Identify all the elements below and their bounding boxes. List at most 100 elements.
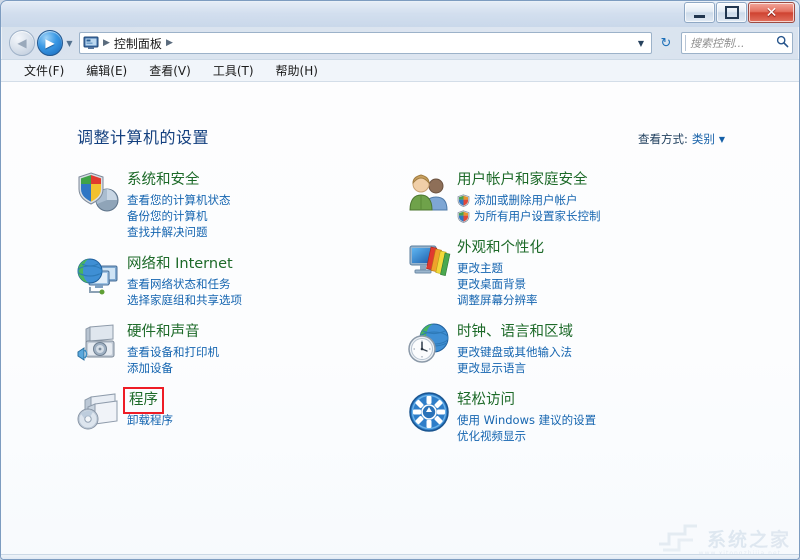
appearance-monitor-icon[interactable] <box>407 238 451 282</box>
page-header: 调整计算机的设置 查看方式: 类别 ▼ <box>77 124 725 148</box>
category-sublink[interactable]: 更改主题 <box>457 260 544 276</box>
security-shield-icon[interactable] <box>77 170 121 214</box>
search-input[interactable]: 搜索控制... <box>685 35 774 51</box>
address-bar[interactable]: ▶ 控制面板 ▶ ▼ <box>79 32 652 54</box>
menu-edit[interactable]: 编辑(E) <box>75 61 138 81</box>
category-sublink[interactable]: 更改显示语言 <box>457 360 573 376</box>
category-body: 程序 卸载程序 <box>123 387 173 428</box>
category-left-2: 硬件和声音查看设备和打印机 添加设备 <box>77 320 407 376</box>
category-left-0: 系统和安全查看您的计算机状态 备份您的计算机 查找并解决问题 <box>77 168 407 240</box>
category-body: 外观和个性化更改主题更改桌面背景 调整屏幕分辨率 <box>457 236 544 308</box>
address-dropdown-icon[interactable]: ▼ <box>633 39 649 48</box>
category-sublink[interactable]: 添加或删除用户帐户 <box>457 192 601 208</box>
recent-pages-button[interactable]: ▼ <box>63 39 76 48</box>
category-title-link[interactable]: 硬件和声音 <box>127 323 200 342</box>
category-title-link[interactable]: 外观和个性化 <box>457 239 544 258</box>
category-right-0: 用户帐户和家庭安全添加或删除用户帐户为所有用户设置家长控制 <box>407 168 737 224</box>
maximize-button[interactable] <box>716 2 747 23</box>
maximize-icon <box>724 6 739 19</box>
category-body: 轻松访问使用 Windows 建议的设置 优化视频显示 <box>457 388 596 444</box>
category-sublink-label: 更改主题 <box>457 261 503 275</box>
menu-view[interactable]: 查看(V) <box>138 61 202 81</box>
category-sublink[interactable]: 查看网络状态和任务 <box>127 276 242 292</box>
category-sublink[interactable]: 卸载程序 <box>127 412 173 428</box>
category-sublink-label: 为所有用户设置家长控制 <box>474 209 601 223</box>
category-sublink[interactable]: 调整屏幕分辨率 <box>457 292 544 308</box>
clock-region-icon[interactable] <box>407 322 451 366</box>
category-sublink[interactable]: 使用 Windows 建议的设置 <box>457 412 596 428</box>
category-sublink[interactable]: 优化视频显示 <box>457 428 596 444</box>
view-by-control[interactable]: 查看方式: 类别 ▼ <box>638 131 725 147</box>
search-box[interactable]: 搜索控制... <box>681 32 793 54</box>
category-title-link[interactable]: 系统和安全 <box>127 171 200 190</box>
watermark-text: 系统之家 <box>706 528 791 551</box>
category-sublink[interactable]: 更改键盘或其他输入法 <box>457 344 573 360</box>
close-icon: ✕ <box>765 4 778 21</box>
control-panel-window: ✕ ◀ ▶ ▼ ▶ 控制面板 ▶ ▼ ↻ 搜索控制... 文件(F) 编辑(E)… <box>0 0 800 560</box>
category-title-link[interactable]: 时钟、语言和区域 <box>457 323 573 342</box>
ease-of-access-icon[interactable] <box>407 390 451 434</box>
forward-button[interactable]: ▶ <box>37 30 63 56</box>
category-sublink-label: 优化视频显示 <box>457 429 526 443</box>
category-body: 网络和 Internet 查看网络状态和任务 选择家庭组和共享选项 <box>127 252 242 308</box>
category-sublink-label: 添加或删除用户帐户 <box>474 193 578 207</box>
minimize-button[interactable] <box>684 2 715 23</box>
menu-tools[interactable]: 工具(T) <box>202 61 265 81</box>
category-grid: 系统和安全查看您的计算机状态 备份您的计算机 查找并解决问题 网络和 Interne… <box>77 168 737 456</box>
search-icon <box>774 35 789 51</box>
category-sublink[interactable]: 查看设备和打印机 <box>127 344 219 360</box>
category-sublink[interactable]: 更改桌面背景 <box>457 276 544 292</box>
category-title-link[interactable]: 网络和 Internet <box>127 255 233 274</box>
watermark-logo-icon <box>658 524 697 552</box>
minimize-icon <box>694 14 705 18</box>
view-by-value[interactable]: 类别 <box>692 131 715 147</box>
menu-help[interactable]: 帮助(H) <box>265 61 329 81</box>
category-right-3: 轻松访问使用 Windows 建议的设置 优化视频显示 <box>407 388 737 444</box>
printer-sound-icon[interactable] <box>77 322 121 366</box>
refresh-button[interactable]: ↻ <box>655 32 677 54</box>
back-arrow-icon: ◀ <box>17 36 27 50</box>
category-sublink-label: 查看您的计算机状态 <box>127 193 231 207</box>
programs-box-icon[interactable] <box>77 390 121 434</box>
menu-file[interactable]: 文件(F) <box>13 61 75 81</box>
category-sublink[interactable]: 查看您的计算机状态 <box>127 192 231 208</box>
category-sublink-label: 更改显示语言 <box>457 361 526 375</box>
category-title-link[interactable]: 用户帐户和家庭安全 <box>457 171 588 190</box>
breadcrumb-separator-end[interactable]: ▶ <box>162 38 177 48</box>
category-sublink-label: 卸载程序 <box>127 413 173 427</box>
navigation-bar: ◀ ▶ ▼ ▶ 控制面板 ▶ ▼ ↻ 搜索控制... <box>1 27 799 59</box>
category-left-1: 网络和 Internet 查看网络状态和任务 选择家庭组和共享选项 <box>77 252 407 308</box>
watermark: 系统之家 www.xitongzhijia.net <box>655 522 791 557</box>
category-sublink-label: 查看网络状态和任务 <box>127 277 231 291</box>
user-accounts-icon[interactable] <box>407 170 451 214</box>
category-left-3: 程序 卸载程序 <box>77 387 407 434</box>
window-caption-buttons: ✕ <box>684 2 795 23</box>
category-body: 用户帐户和家庭安全添加或删除用户帐户为所有用户设置家长控制 <box>457 168 601 224</box>
breadcrumb-control-panel[interactable]: 控制面板 <box>114 35 162 52</box>
content-pane: 调整计算机的设置 查看方式: 类别 ▼ 系统和安全查看您的计算机状态 备份您的计算… <box>1 81 799 559</box>
network-globe-icon[interactable] <box>77 254 121 298</box>
category-sublink[interactable]: 选择家庭组和共享选项 <box>127 292 242 308</box>
close-button[interactable]: ✕ <box>748 2 795 23</box>
chevron-down-icon[interactable]: ▼ <box>719 135 725 144</box>
category-sublink-label: 更改键盘或其他输入法 <box>457 345 572 359</box>
breadcrumb-separator: ▶ <box>103 38 110 48</box>
category-sublink-label: 选择家庭组和共享选项 <box>127 293 242 307</box>
history-caret-icon: ▼ <box>66 38 73 48</box>
view-by-label: 查看方式: <box>637 132 688 146</box>
category-sublink-label: 查找并解决问题 <box>127 225 208 239</box>
category-sublink-label: 调整屏幕分辨率 <box>457 293 538 307</box>
back-button[interactable]: ◀ <box>9 30 35 56</box>
category-sublink[interactable]: 为所有用户设置家长控制 <box>457 208 601 224</box>
control-panel-icon <box>83 35 99 51</box>
menu-bar: 文件(F) 编辑(E) 查看(V) 工具(T) 帮助(H) <box>1 59 799 81</box>
category-title-link[interactable]: 程序 <box>123 387 164 414</box>
category-sublink[interactable]: 查找并解决问题 <box>127 224 231 240</box>
category-title-link[interactable]: 轻松访问 <box>457 391 515 410</box>
category-column-right: 用户帐户和家庭安全添加或删除用户帐户为所有用户设置家长控制 外观和个性化更改主题… <box>407 168 737 456</box>
uac-shield-icon <box>457 193 470 207</box>
category-sublink[interactable]: 添加设备 <box>127 360 219 376</box>
category-sublink[interactable]: 备份您的计算机 <box>127 208 231 224</box>
category-sublink-label: 更改桌面背景 <box>457 277 526 291</box>
uac-shield-icon <box>457 209 470 223</box>
